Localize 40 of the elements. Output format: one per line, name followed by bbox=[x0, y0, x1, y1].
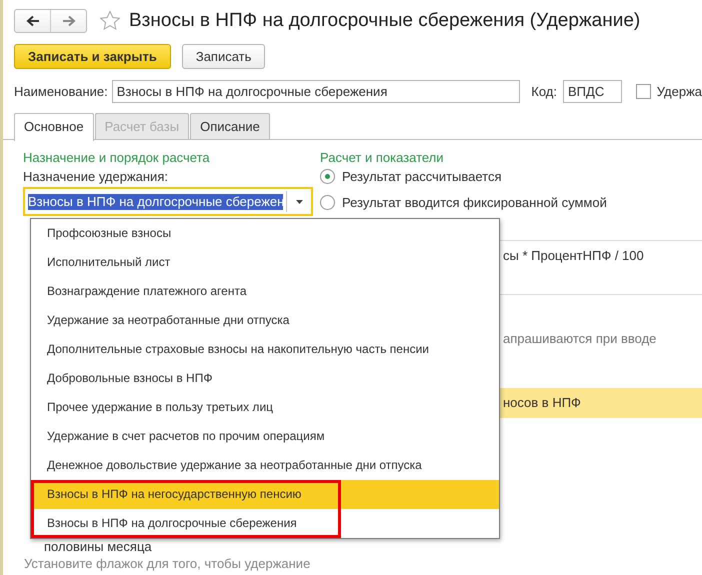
section-heading: Назначение и порядок расчета bbox=[23, 149, 211, 166]
save-and-close-button[interactable]: Записать и закрыть bbox=[14, 44, 171, 69]
right-arrow-icon bbox=[62, 15, 76, 27]
selected-text: Взносы в НПФ на долгосрочные сбережен bbox=[28, 194, 284, 210]
highlighted-row: носов в НПФ bbox=[497, 388, 702, 418]
tab[interactable]: Основное bbox=[14, 113, 94, 141]
dropdown-item[interactable]: Дополнительные страховые взносы на накопительную часть пенсии bbox=[31, 335, 499, 364]
name-field[interactable]: Взносы в НПФ на долгосрочные сбережения bbox=[112, 80, 520, 103]
field-label: Назначение удержания: bbox=[23, 168, 169, 186]
code-field[interactable]: ВПДС bbox=[563, 80, 622, 103]
left-arrow-icon bbox=[26, 15, 40, 27]
option-label: половины месяца bbox=[43, 539, 153, 555]
star-icon[interactable] bbox=[99, 10, 121, 32]
caret-icon[interactable] bbox=[296, 200, 303, 204]
dropdown-item[interactable]: Удержание в счет расчетов по прочим операциям bbox=[31, 422, 499, 451]
dropdown-item[interactable]: Прочее удержание в пользу третьих лиц bbox=[31, 393, 499, 422]
dropdown-item[interactable]: Взносы в НПФ на негосударственную пенсию bbox=[31, 480, 499, 509]
hint-text: апрашиваются при вводе bbox=[502, 331, 658, 346]
radio-label: Результат вводится фиксированной суммой bbox=[342, 194, 607, 210]
dropdown-item[interactable]: Удержание за неотработанные дни отпуска bbox=[31, 306, 499, 335]
formula-text: сы * ПроцентНПФ / 100 bbox=[502, 247, 645, 265]
field-label: Код: bbox=[531, 84, 557, 99]
section-heading: Расчет и показатели bbox=[320, 149, 445, 166]
dropdown-item[interactable]: Профсоюзные взносы bbox=[31, 219, 499, 248]
checkbox-label: Удержа bbox=[656, 84, 702, 99]
save-button[interactable]: Записать bbox=[182, 44, 266, 69]
field-label: Наименование: bbox=[14, 84, 108, 99]
radio-button[interactable] bbox=[320, 194, 335, 210]
checkbox[interactable] bbox=[636, 84, 651, 99]
purpose-combobox[interactable]: Взносы в НПФ на долгосрочные сбережен bbox=[23, 187, 313, 216]
dropdown-item[interactable]: Взносы в НПФ на долгосрочные сбережения bbox=[31, 509, 499, 538]
dropdown-item[interactable]: Исполнительный лист bbox=[31, 248, 499, 277]
radio-label: Результат рассчитывается bbox=[342, 168, 502, 184]
tab[interactable]: Описание bbox=[190, 113, 270, 139]
hint-text: Установите флажок для того, чтобы удержание bbox=[23, 555, 312, 573]
window-title: Взносы в НПФ на долгосрочные сбережения (Удержание) bbox=[129, 10, 640, 32]
dropdown-item[interactable]: Вознаграждение платежного агента bbox=[31, 277, 499, 306]
radio-button[interactable] bbox=[320, 168, 335, 184]
dropdown-item[interactable]: Денежное довольствие удержание за неотработанные дни отпуска bbox=[31, 451, 499, 480]
dropdown-item[interactable]: Добровольные взносы в НПФ bbox=[31, 364, 499, 393]
